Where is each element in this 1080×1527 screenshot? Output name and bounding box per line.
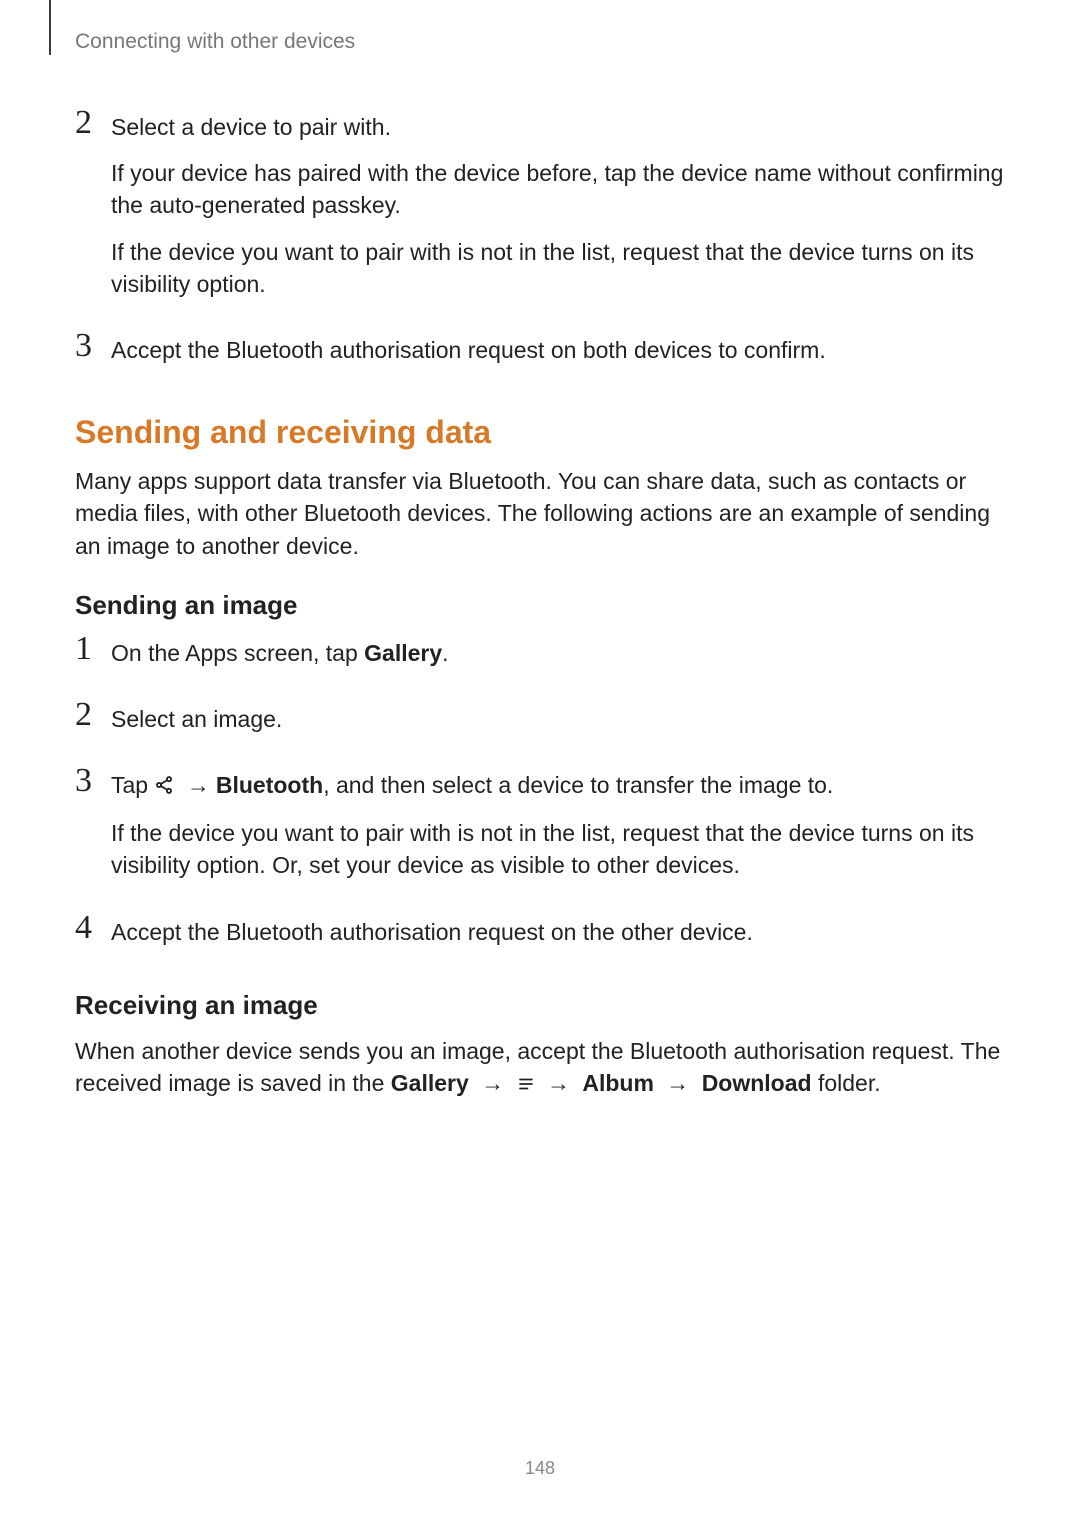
sending-steps-list: 1 On the Apps screen, tap Gallery. 2 Sel…: [75, 635, 1005, 962]
step-text: Tap →Bluetooth, and then select a device…: [111, 769, 1005, 803]
step-number: 3: [75, 764, 109, 798]
arrow-glyph: →: [187, 772, 210, 798]
running-header-row: Connecting with other devices: [75, 30, 1005, 54]
text-bold-gallery: Gallery: [364, 640, 442, 666]
step-text: Select a device to pair with.: [111, 111, 1005, 143]
sending-step-2: 2 Select an image.: [75, 701, 1005, 749]
step-text: If the device you want to pair with is n…: [111, 817, 1005, 881]
text-fragment: .: [442, 640, 448, 666]
text-bold-gallery: Gallery: [391, 1070, 469, 1096]
arrow-glyph: →: [547, 1070, 570, 1096]
section-heading-sending-receiving: Sending and receiving data: [75, 414, 1005, 451]
text-bold-bluetooth: Bluetooth: [216, 772, 323, 798]
sending-step-3: 3 Tap →Bluetooth, and then select a devi…: [75, 767, 1005, 896]
running-header-text: Connecting with other devices: [75, 30, 355, 54]
arrow-glyph: →: [666, 1070, 689, 1096]
step-number: 2: [75, 106, 109, 140]
text-bold-album: Album: [582, 1070, 654, 1096]
sending-step-1: 1 On the Apps screen, tap Gallery.: [75, 635, 1005, 683]
share-icon: [154, 771, 174, 803]
subheading-sending: Sending an image: [75, 590, 1005, 621]
step-number: 2: [75, 698, 109, 732]
step-text: Accept the Bluetooth authorisation reque…: [111, 916, 1005, 948]
text-fragment: Tap: [111, 772, 154, 798]
step-text: Accept the Bluetooth authorisation reque…: [111, 334, 1005, 366]
step-number: 1: [75, 632, 109, 666]
text-bold-download: Download: [702, 1070, 812, 1096]
text-fragment: , and then select a device to transfer t…: [323, 772, 833, 798]
step-text: If the device you want to pair with is n…: [111, 236, 1005, 300]
menu-bars-icon: [517, 1069, 535, 1101]
pairing-step-2: 2 Select a device to pair with. If your …: [75, 109, 1005, 314]
pairing-step-3: 3 Accept the Bluetooth authorisation req…: [75, 332, 1005, 380]
text-fragment: folder.: [812, 1070, 881, 1096]
section-intro: Many apps support data transfer via Blue…: [75, 465, 1005, 562]
page-number: 148: [0, 1458, 1080, 1479]
page-content: Connecting with other devices 2 Select a…: [0, 0, 1080, 1101]
text-fragment: On the Apps screen, tap: [111, 640, 364, 666]
step-number: 4: [75, 911, 109, 945]
receiving-paragraph: When another device sends you an image, …: [75, 1035, 1005, 1101]
sending-step-4: 4 Accept the Bluetooth authorisation req…: [75, 914, 1005, 962]
subheading-receiving: Receiving an image: [75, 990, 1005, 1021]
step-number: 3: [75, 329, 109, 363]
step-text: Select an image.: [111, 703, 1005, 735]
step-text: On the Apps screen, tap Gallery.: [111, 637, 1005, 669]
step-text: If your device has paired with the devic…: [111, 157, 1005, 221]
arrow-glyph: →: [481, 1070, 504, 1096]
pairing-steps-list: 2 Select a device to pair with. If your …: [75, 109, 1005, 380]
header-left-bar: [49, 0, 51, 55]
